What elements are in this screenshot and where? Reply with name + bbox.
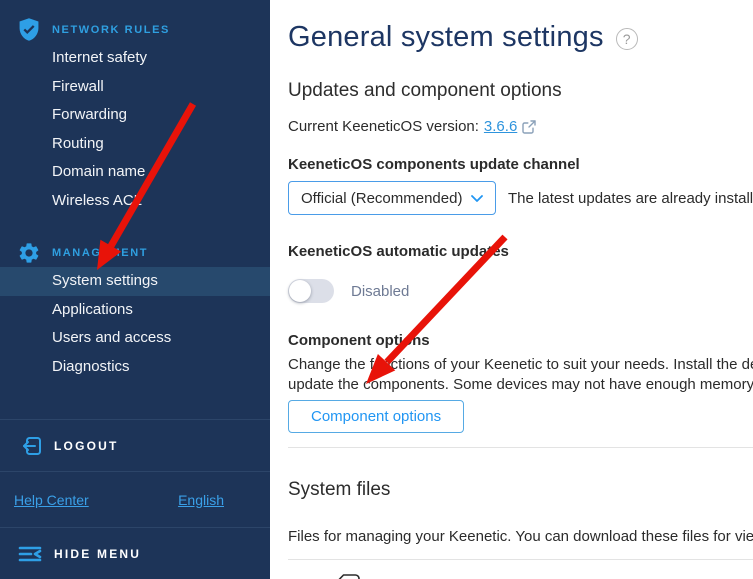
- main-content: General system settings ? Updates and co…: [270, 0, 753, 579]
- sidebar-item-wireless-acl[interactable]: Wireless ACL: [0, 187, 270, 216]
- logout-button[interactable]: LOGOUT: [0, 419, 270, 471]
- sidebar-item-diagnostics[interactable]: Diagnostics: [0, 353, 270, 382]
- sidebar-bottom: LOGOUT Help Center English HIDE MENU: [0, 419, 270, 579]
- language-link[interactable]: English: [178, 492, 224, 508]
- auto-updates-row: Disabled: [288, 279, 753, 303]
- section-header-network-rules: NETWORK RULES: [0, 16, 270, 44]
- chevron-down-icon: [471, 190, 483, 207]
- section-header-management: MANAGEMENT: [0, 239, 270, 267]
- version-link[interactable]: 3.6.6: [484, 118, 517, 135]
- version-line: Current KeeneticOS version: 3.6.6: [288, 118, 753, 135]
- logout-icon: [20, 434, 44, 458]
- question-circle-icon[interactable]: ?: [616, 28, 638, 50]
- section-label-network-rules: NETWORK RULES: [52, 24, 170, 36]
- sidebar-item-internet-safety[interactable]: Internet safety: [0, 44, 270, 73]
- gear-icon: [16, 240, 42, 266]
- channel-status-text: The latest updates are already installed: [508, 190, 753, 207]
- sidebar-item-forwarding[interactable]: Forwarding: [0, 101, 270, 130]
- auto-updates-label: KeeneticOS automatic updates: [288, 243, 753, 260]
- sidebar-nav: NETWORK RULES Internet safety Firewall F…: [0, 0, 270, 419]
- component-options-label: Component options: [288, 332, 753, 349]
- section-divider: [288, 447, 753, 448]
- update-channel-select[interactable]: Official (Recommended): [288, 181, 496, 215]
- update-channel-value: Official (Recommended): [301, 190, 462, 207]
- component-options-text: Change the functions of your Keenetic to…: [288, 355, 753, 395]
- external-link-icon: [522, 120, 536, 134]
- hide-menu-icon: [18, 544, 44, 564]
- component-options-button[interactable]: Component options: [288, 400, 464, 433]
- hide-menu-button[interactable]: HIDE MENU: [0, 527, 270, 579]
- version-label: Current KeeneticOS version:: [288, 118, 479, 135]
- page-title: General system settings: [288, 21, 604, 54]
- files-divider: [288, 559, 753, 560]
- hide-menu-label: HIDE MENU: [54, 547, 141, 561]
- sidebar-item-applications[interactable]: Applications: [0, 296, 270, 325]
- help-center-link[interactable]: Help Center: [14, 492, 89, 508]
- sidebar: NETWORK RULES Internet safety Firewall F…: [0, 0, 270, 579]
- shield-check-icon: [16, 17, 42, 43]
- channel-label: KeeneticOS components update channel: [288, 156, 753, 173]
- channel-row: Official (Recommended) The latest update…: [288, 181, 753, 215]
- sidebar-item-firewall[interactable]: Firewall: [0, 73, 270, 102]
- sidebar-links-row: Help Center English: [0, 471, 270, 527]
- sidebar-item-routing[interactable]: Routing: [0, 130, 270, 159]
- section-label-management: MANAGEMENT: [52, 247, 148, 259]
- title-row: General system settings ?: [288, 18, 753, 56]
- sidebar-item-system-settings[interactable]: System settings: [0, 267, 270, 296]
- section-heading-updates: Updates and component options: [288, 80, 753, 102]
- sidebar-section-management: MANAGEMENT System settings Applications …: [0, 239, 270, 381]
- component-options-text-line1: Change the functions of your Keenetic to…: [288, 355, 753, 375]
- sidebar-item-domain-name[interactable]: Domain name: [0, 158, 270, 187]
- sidebar-section-network-rules: NETWORK RULES Internet safety Firewall F…: [0, 16, 270, 215]
- component-options-text-line2: update the components. Some devices may …: [288, 375, 753, 395]
- auto-updates-toggle[interactable]: [288, 279, 334, 303]
- chip-file-icon: [332, 572, 362, 579]
- auto-updates-state: Disabled: [351, 283, 409, 300]
- sidebar-item-users-and-access[interactable]: Users and access: [0, 324, 270, 353]
- logout-label: LOGOUT: [54, 439, 119, 453]
- system-files-description: Files for managing your Keenetic. You ca…: [288, 528, 753, 545]
- section-heading-system-files: System files: [288, 479, 753, 501]
- toggle-knob: [289, 280, 311, 302]
- file-row-firmware[interactable]: firmware KeeneticOS and the current set …: [288, 571, 753, 579]
